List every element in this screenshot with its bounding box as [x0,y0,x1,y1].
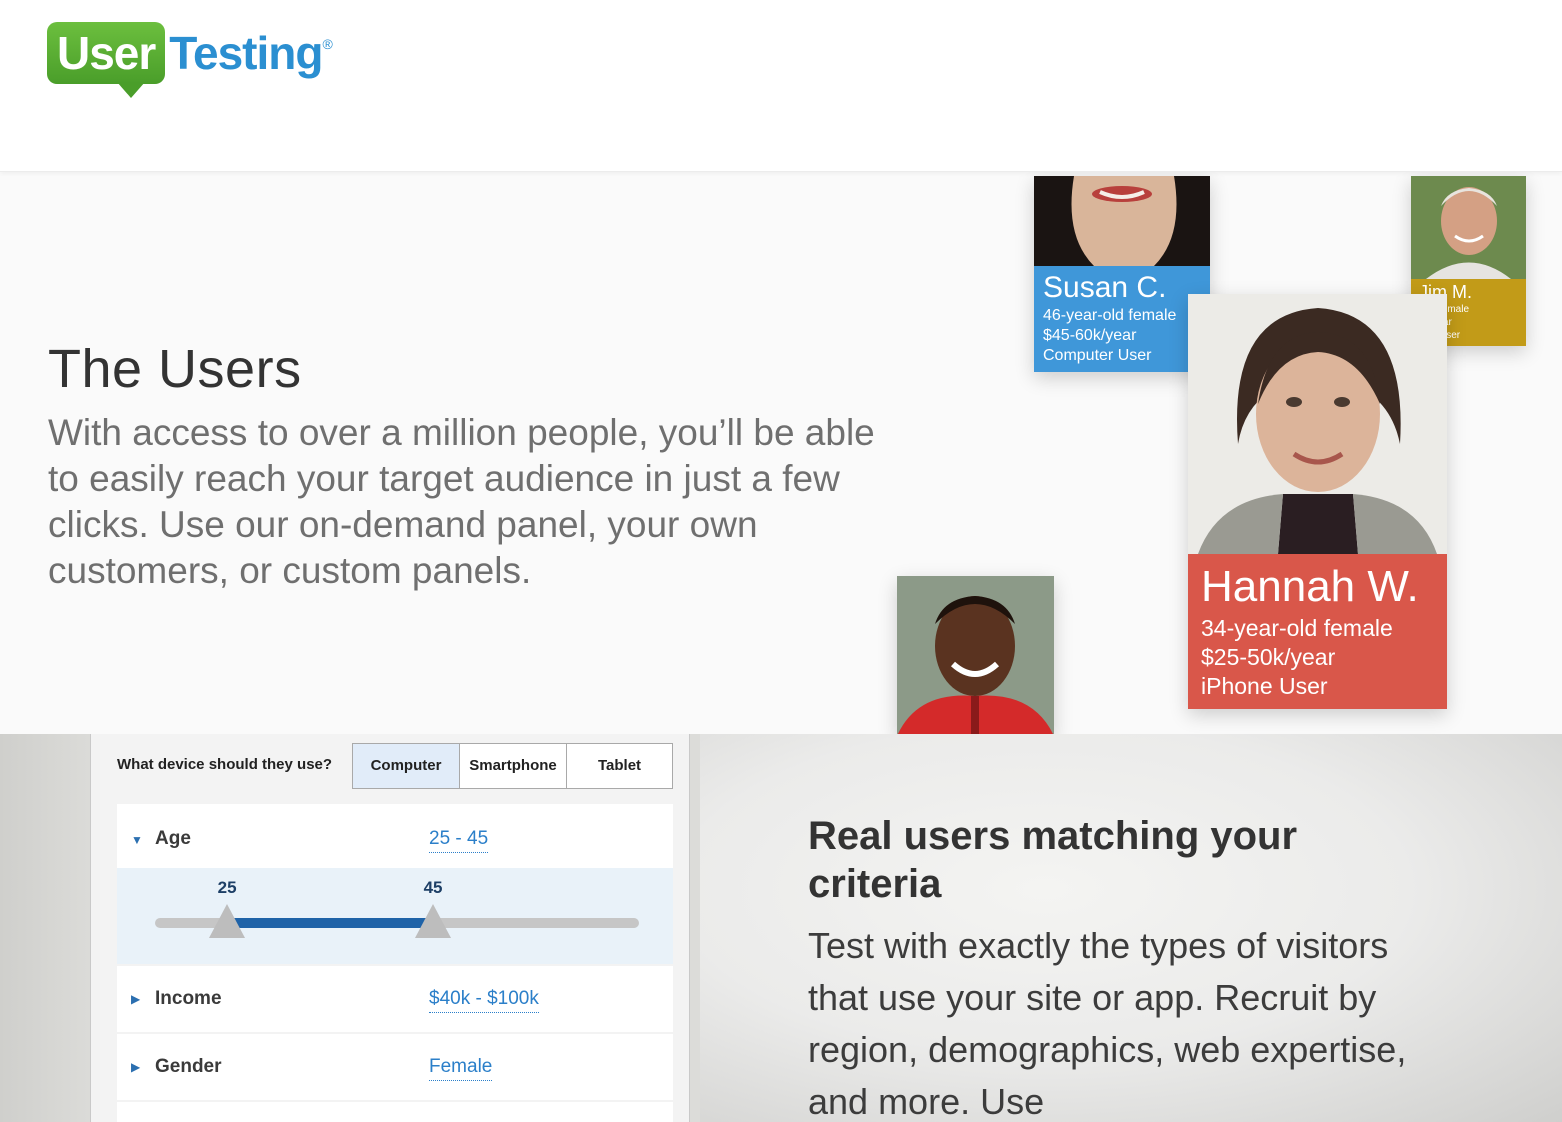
hannah-label: Hannah W. 34-year-old female $25-50k/yea… [1188,554,1447,709]
age-label: Age [155,828,191,849]
man-photo [897,576,1054,734]
slider-min-label: 25 [217,878,237,897]
age-filter-row[interactable]: ▼ Age 25 - 45 [117,804,673,868]
profile-card-man [897,576,1054,734]
jim-photo [1411,176,1526,279]
logo-bubble-tail [117,82,145,98]
age-value[interactable]: 25 - 45 [429,828,489,853]
logo-testing-text: Testing [169,27,323,79]
susan-photo [1034,176,1210,266]
hannah-income: $25-50k/year [1201,644,1336,670]
hannah-face-illustration [1188,294,1447,554]
caret-right-icon: ▶ [131,992,141,1006]
slider-selected-range [227,918,434,928]
gender-label: Gender [155,1056,222,1077]
logo-registered-mark: ® [322,36,333,52]
jim-face-illustration [1411,176,1526,279]
slider-max-handle[interactable] [415,904,452,938]
device-question: What device should they use? [117,756,333,773]
logo-user-text: User [57,27,156,79]
income-label: Income [155,988,222,1009]
criteria-section: What device should they use? Computer Sm… [0,734,1562,1122]
caret-down-icon: ▼ [131,833,143,847]
susan-income: $45-60k/year [1043,327,1137,344]
page: User Testing ® The Users With access to … [0,0,1562,1122]
criteria-text-area: Real users matching your criteria Test w… [700,734,1562,1122]
next-filter-row[interactable] [117,1102,673,1122]
susan-label: Susan C. 46-year-old female $45-60k/year… [1034,266,1210,372]
profile-card-hannah: Hannah W. 34-year-old female $25-50k/yea… [1188,294,1447,709]
income-value[interactable]: $40k - $100k [429,988,539,1013]
device-computer-button[interactable]: Computer [353,744,459,788]
caret-right-icon: ▶ [131,1060,141,1074]
susan-device: Computer User [1043,347,1152,364]
hannah-name: Hannah W. [1201,562,1419,611]
age-range-slider[interactable]: 25 45 [117,868,673,964]
hannah-photo [1188,294,1447,554]
income-filter-row[interactable]: ▶ Income $40k - $100k [117,966,673,1032]
site-header: User Testing ® [0,0,1562,172]
logo-speech-bubble: User [47,22,166,98]
criteria-title: Real users matching your criteria [808,814,1298,906]
slider-min-handle[interactable] [209,904,246,938]
gender-value[interactable]: Female [429,1056,493,1081]
device-selector: Computer Smartphone Tablet [352,743,673,789]
susan-face-illustration [1034,176,1210,266]
hero-description: With access to over a million people, yo… [48,412,875,591]
gender-filter-row[interactable]: ▶ Gender Female [117,1034,673,1100]
susan-age: 46-year-old female [1043,307,1177,324]
device-smartphone-button[interactable]: Smartphone [459,744,566,788]
usertesting-logo[interactable]: User Testing ® [47,22,333,102]
hero-section: The Users With access to over a million … [0,172,1562,734]
audience-filter-panel: What device should they use? Computer Sm… [90,734,690,1122]
hannah-device: iPhone User [1201,673,1328,699]
filter-panel-backdrop: What device should they use? Computer Sm… [0,734,700,1122]
hero-title: The Users [48,339,302,399]
susan-name: Susan C. [1043,271,1167,304]
criteria-description: Test with exactly the types of visitors … [808,925,1407,1122]
man-face-illustration [897,576,1054,734]
profile-card-susan: Susan C. 46-year-old female $45-60k/year… [1034,176,1210,372]
device-tablet-button[interactable]: Tablet [566,744,672,788]
slider-max-label: 45 [423,878,443,897]
hannah-age: 34-year-old female [1201,615,1393,641]
